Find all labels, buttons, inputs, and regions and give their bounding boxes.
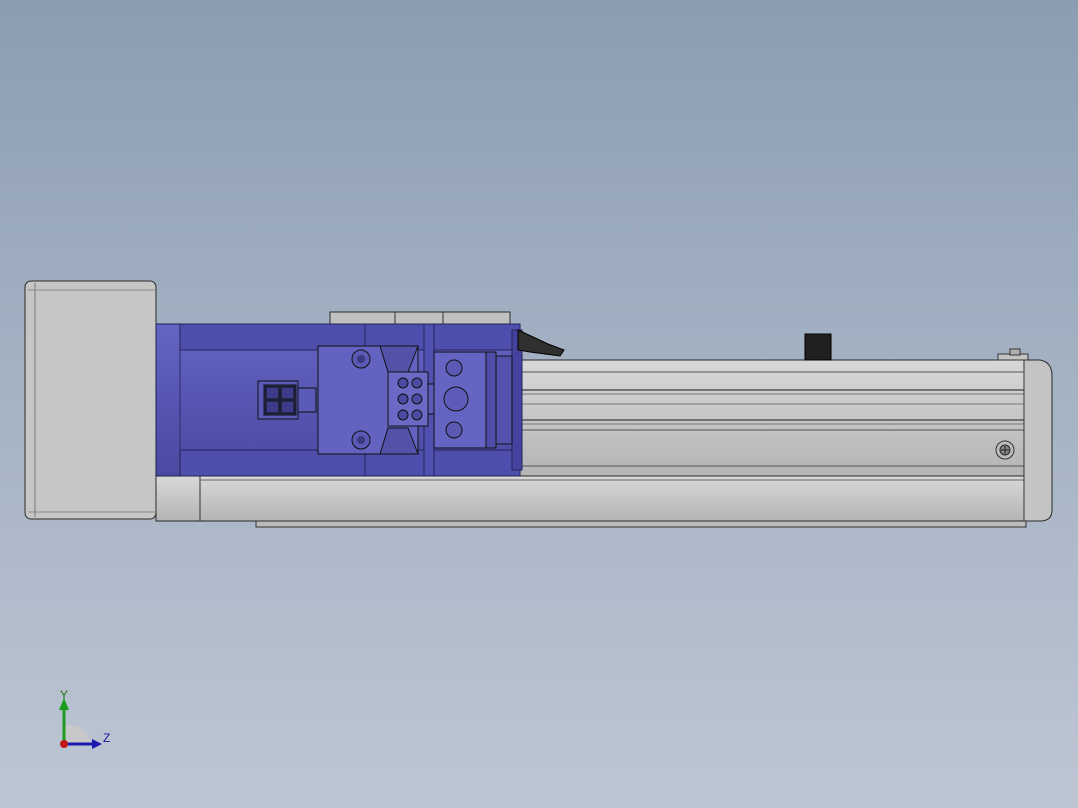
sensor-block[interactable] <box>804 333 832 361</box>
triad-plane-icon <box>64 725 90 744</box>
cad-model-view[interactable] <box>0 0 1078 808</box>
z-arrowhead-icon <box>92 739 102 749</box>
motor-flange[interactable] <box>433 351 513 449</box>
top-fitting[interactable] <box>997 348 1029 361</box>
triad-y-label: Y <box>60 688 69 702</box>
end-cap-left[interactable] <box>24 280 157 520</box>
carriage-top-plate[interactable] <box>329 311 511 325</box>
triad-z-label: Z <box>103 731 111 745</box>
coupler-wedge[interactable] <box>517 329 565 357</box>
rail-screw-icon[interactable] <box>995 440 1015 460</box>
graphics-viewport[interactable]: Y Z <box>0 0 1078 808</box>
end-cap-right[interactable] <box>1023 359 1053 522</box>
x-axis-dot-icon <box>60 740 68 748</box>
